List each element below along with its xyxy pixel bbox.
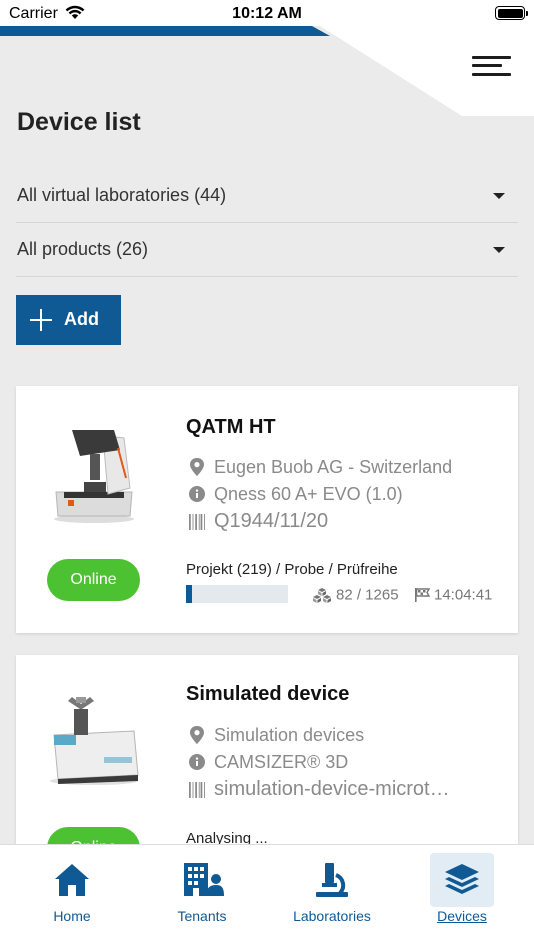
device-image [50,697,139,785]
caret-down-icon [493,247,505,253]
device-serial: simulation-device-microt… [214,778,450,800]
tab-devices[interactable]: Devices [397,845,527,935]
job-progress-fill [186,585,193,603]
cubes-icon [313,588,331,604]
device-serial-row: Q1944/11/20 [189,510,509,533]
device-model-row: Qness 60 A+ EVO (1.0) [189,483,509,505]
building-users-icon [184,863,224,896]
info-icon [189,754,205,771]
header-banner [0,26,534,116]
device-location-row: Eugen Buob AG - Switzerland [189,456,509,478]
bottom-tab-bar: Home Tenants Laboratories Devices [0,844,534,950]
tab-devices-label: Devices [437,908,487,924]
plus-icon [30,309,52,331]
device-name: QATM HT [186,416,276,438]
device-image [54,430,134,523]
sample-count-value: 82 / 1265 [336,586,399,604]
tab-laboratories-label: Laboratories [293,908,371,924]
flag-icon [415,588,431,603]
home-icon [55,864,89,896]
product-filter-value: All products (26) [17,239,149,259]
info-icon [189,486,205,503]
barcode-icon [189,513,205,530]
caret-down-icon [493,193,505,199]
tab-home[interactable]: Home [7,845,137,935]
job-path: Projekt (219) / Probe / Prüfreihe [186,561,398,578]
battery-icon [495,6,528,20]
laboratory-filter-value: All virtual laboratories (44) [17,185,227,205]
laboratory-filter-select[interactable]: All virtual laboratories (44) [16,169,518,223]
layers-icon [445,864,479,894]
device-status-badge[interactable]: Online [47,559,140,601]
device-location: Eugen Buob AG - Switzerland [214,456,453,477]
map-pin-icon [190,726,204,745]
device-serial: Q1944/11/20 [214,510,329,532]
sample-count: 82 / 1265 [312,586,399,604]
device-model: Qness 60 A+ EVO (1.0) [214,483,403,504]
finish-time: 14:04:41 [414,586,492,604]
tab-tenants[interactable]: Tenants [137,845,267,935]
product-filter-select[interactable]: All products (26) [16,223,518,277]
barcode-icon [189,781,205,798]
tab-tenants-label: Tenants [177,908,227,924]
finish-time-value: 14:04:41 [434,586,493,604]
microscope-icon [316,863,348,897]
map-pin-icon [190,458,204,477]
page-title: Device list [17,108,141,136]
add-device-button[interactable]: Add [16,295,121,345]
tab-laboratories[interactable]: Laboratories [267,845,397,935]
status-bar: Carrier 10:12 AM [0,0,534,26]
tab-home-label: Home [53,908,91,924]
device-name: Simulated device [186,683,350,705]
device-serial-row: simulation-device-microt… [189,778,509,801]
device-model: CAMSIZER® 3D [214,751,349,772]
clock: 10:12 AM [232,5,302,22]
device-location-row: Simulation devices [189,724,509,746]
device-card[interactable]: QATM HT Eugen Buob AG - Switzerland Qnes… [16,386,518,633]
hamburger-menu-button[interactable] [466,50,518,84]
job-progress-bar [186,585,288,603]
add-button-label: Add [64,309,99,329]
device-location: Simulation devices [214,724,365,745]
device-model-row: CAMSIZER® 3D [189,751,509,773]
